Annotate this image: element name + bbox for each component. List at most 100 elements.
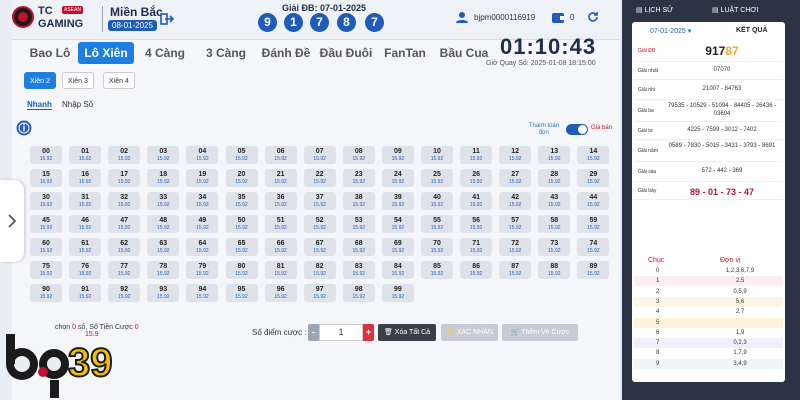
tab-4[interactable]: Đánh Đề bbox=[256, 42, 316, 64]
number-cell[interactable]: 49 15.92 bbox=[186, 215, 219, 233]
number-cell[interactable]: 87 15.92 bbox=[499, 261, 532, 279]
number-cell[interactable]: 71 15.92 bbox=[460, 238, 493, 256]
number-cell[interactable]: 26 15.92 bbox=[460, 169, 493, 187]
number-cell[interactable]: 20 15.92 bbox=[225, 169, 258, 187]
number-cell[interactable]: 34 15.92 bbox=[186, 192, 219, 210]
subtab-xien-4[interactable]: Xiên 4 bbox=[103, 72, 135, 89]
tab-0[interactable]: Bao Lô bbox=[26, 42, 74, 64]
bet-points-input[interactable]: 1 bbox=[319, 324, 363, 341]
number-cell[interactable]: 88 15.92 bbox=[538, 261, 571, 279]
number-cell[interactable]: 16 15.92 bbox=[69, 169, 102, 187]
decrease-button[interactable]: - bbox=[308, 324, 319, 341]
number-cell[interactable]: 30 15.92 bbox=[30, 192, 62, 210]
number-cell[interactable]: 37 15.92 bbox=[303, 192, 336, 210]
number-cell[interactable]: 55 15.92 bbox=[421, 215, 453, 233]
confirm-button[interactable]: ⚡ XÁC NHẬN bbox=[441, 324, 498, 341]
number-cell[interactable]: 92 15.92 bbox=[108, 284, 141, 302]
number-cell[interactable]: 56 15.92 bbox=[460, 215, 493, 233]
price-toggle[interactable] bbox=[566, 124, 588, 135]
number-cell[interactable]: 21 15.92 bbox=[264, 169, 297, 187]
tab-6[interactable]: FanTan bbox=[380, 42, 430, 64]
number-cell[interactable]: 60 15.92 bbox=[30, 238, 62, 256]
number-cell[interactable]: 23 15.92 bbox=[342, 169, 375, 187]
number-cell[interactable]: 50 15.92 bbox=[225, 215, 258, 233]
number-cell[interactable]: 22 15.92 bbox=[303, 169, 336, 187]
number-cell[interactable]: 73 15.92 bbox=[538, 238, 571, 256]
mode-fast[interactable]: Nhanh bbox=[27, 100, 52, 110]
number-cell[interactable]: 61 15.92 bbox=[69, 238, 102, 256]
number-cell[interactable]: 64 15.92 bbox=[186, 238, 219, 256]
number-cell[interactable]: 06 15.92 bbox=[264, 146, 297, 164]
number-cell[interactable]: 80 15.92 bbox=[225, 261, 258, 279]
subtab-xien-3[interactable]: Xiên 3 bbox=[62, 72, 94, 89]
number-cell[interactable]: 76 15.92 bbox=[69, 261, 102, 279]
number-cell[interactable]: 91 15.92 bbox=[69, 284, 102, 302]
number-cell[interactable]: 52 15.92 bbox=[303, 215, 336, 233]
number-cell[interactable]: 93 15.92 bbox=[147, 284, 180, 302]
number-cell[interactable]: 95 15.92 bbox=[225, 284, 258, 302]
number-cell[interactable]: 94 15.92 bbox=[186, 284, 219, 302]
number-cell[interactable]: 13 15.92 bbox=[538, 146, 571, 164]
number-cell[interactable]: 81 15.92 bbox=[264, 261, 297, 279]
number-cell[interactable]: 02 15.92 bbox=[108, 146, 141, 164]
number-cell[interactable]: 84 15.92 bbox=[381, 261, 414, 279]
number-cell[interactable]: 11 15.92 bbox=[460, 146, 493, 164]
info-icon[interactable] bbox=[16, 120, 32, 136]
number-cell[interactable]: 08 15.92 bbox=[342, 146, 375, 164]
number-cell[interactable]: 47 15.92 bbox=[108, 215, 141, 233]
number-cell[interactable]: 01 15.92 bbox=[69, 146, 102, 164]
history-button[interactable]: ▤ LỊCH SỬ bbox=[636, 6, 673, 14]
tab-7[interactable]: Bầu Cua bbox=[436, 42, 492, 64]
number-cell[interactable]: 97 15.92 bbox=[303, 284, 336, 302]
number-cell[interactable]: 35 15.92 bbox=[225, 192, 258, 210]
number-cell[interactable]: 77 15.92 bbox=[108, 261, 141, 279]
number-cell[interactable]: 04 15.92 bbox=[186, 146, 219, 164]
add-ticket-button[interactable]: 🛒 Thêm Vé Cược bbox=[502, 324, 578, 341]
tab-3[interactable]: 3 Càng bbox=[198, 42, 254, 64]
number-cell[interactable]: 57 15.92 bbox=[499, 215, 532, 233]
number-cell[interactable]: 82 15.92 bbox=[303, 261, 336, 279]
number-cell[interactable]: 17 15.92 bbox=[108, 169, 141, 187]
number-cell[interactable]: 98 15.92 bbox=[342, 284, 375, 302]
number-cell[interactable]: 28 15.92 bbox=[538, 169, 571, 187]
number-cell[interactable]: 86 15.92 bbox=[460, 261, 493, 279]
number-cell[interactable]: 79 15.92 bbox=[186, 261, 219, 279]
number-cell[interactable]: 70 15.92 bbox=[421, 238, 453, 256]
number-cell[interactable]: 03 15.92 bbox=[147, 146, 180, 164]
number-cell[interactable]: 14 15.92 bbox=[577, 146, 610, 164]
number-cell[interactable]: 74 15.92 bbox=[577, 238, 610, 256]
number-cell[interactable]: 38 15.92 bbox=[342, 192, 375, 210]
number-cell[interactable]: 15 15.92 bbox=[30, 169, 62, 187]
refresh-icon[interactable] bbox=[587, 11, 599, 23]
number-cell[interactable]: 39 15.92 bbox=[381, 192, 414, 210]
number-cell[interactable]: 41 15.92 bbox=[460, 192, 493, 210]
tab-5[interactable]: Đầu Đuôi bbox=[318, 42, 374, 64]
number-cell[interactable]: 53 15.92 bbox=[342, 215, 375, 233]
number-cell[interactable]: 46 15.92 bbox=[69, 215, 102, 233]
number-cell[interactable]: 42 15.92 bbox=[499, 192, 532, 210]
number-cell[interactable]: 05 15.92 bbox=[225, 146, 258, 164]
number-cell[interactable]: 24 15.92 bbox=[381, 169, 414, 187]
number-cell[interactable]: 48 15.92 bbox=[147, 215, 180, 233]
number-cell[interactable]: 10 15.92 bbox=[421, 146, 453, 164]
number-cell[interactable]: 68 15.92 bbox=[342, 238, 375, 256]
number-cell[interactable]: 32 15.92 bbox=[108, 192, 141, 210]
logout-icon[interactable] bbox=[160, 12, 174, 26]
number-cell[interactable]: 78 15.92 bbox=[147, 261, 180, 279]
number-cell[interactable]: 75 15.92 bbox=[30, 261, 62, 279]
number-cell[interactable]: 31 15.92 bbox=[69, 192, 102, 210]
number-cell[interactable]: 29 15.92 bbox=[577, 169, 610, 187]
number-cell[interactable]: 99 15.92 bbox=[381, 284, 414, 302]
number-cell[interactable]: 51 15.92 bbox=[264, 215, 297, 233]
number-cell[interactable]: 33 15.92 bbox=[147, 192, 180, 210]
increase-button[interactable]: + bbox=[363, 324, 374, 341]
number-cell[interactable]: 40 15.92 bbox=[421, 192, 453, 210]
number-cell[interactable]: 59 15.92 bbox=[577, 215, 610, 233]
number-cell[interactable]: 62 15.92 bbox=[108, 238, 141, 256]
number-cell[interactable]: 83 15.92 bbox=[342, 261, 375, 279]
number-cell[interactable]: 19 15.92 bbox=[186, 169, 219, 187]
number-cell[interactable]: 00 15.92 bbox=[30, 146, 62, 164]
number-cell[interactable]: 63 15.92 bbox=[147, 238, 180, 256]
number-cell[interactable]: 96 15.92 bbox=[264, 284, 297, 302]
number-cell[interactable]: 72 15.92 bbox=[499, 238, 532, 256]
